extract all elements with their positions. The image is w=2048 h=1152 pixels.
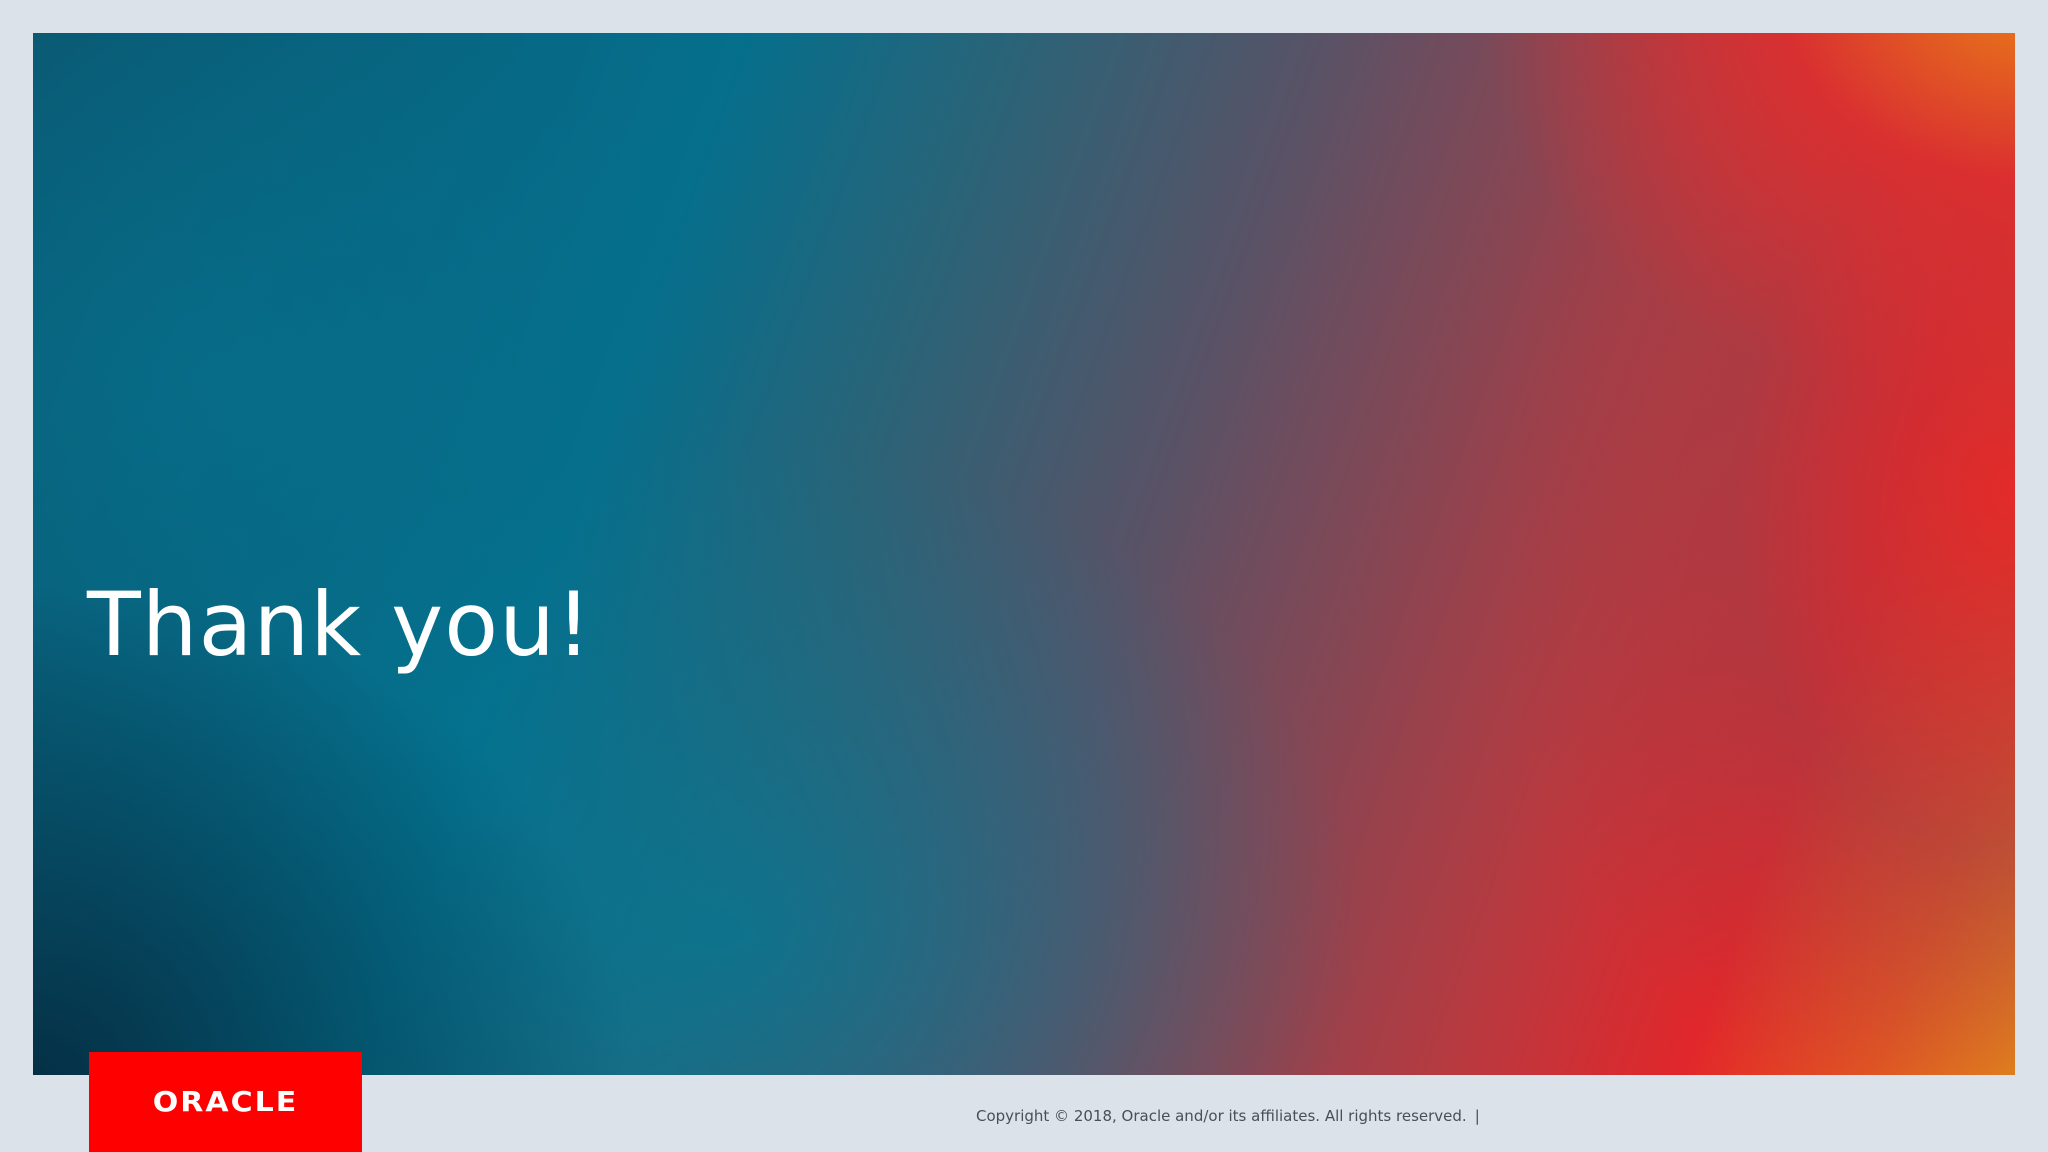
- copyright-text: Copyright © 2018, Oracle and/or its affi…: [976, 1107, 1467, 1125]
- footer-separator: |: [1474, 1107, 1480, 1125]
- slide-title: Thank you!: [87, 573, 593, 676]
- slide-background-panel: Thank you!: [33, 33, 2015, 1075]
- oracle-logo-text: ORACLE: [152, 1085, 299, 1119]
- background-shade: [33, 33, 2015, 1075]
- copyright-footer: Copyright © 2018, Oracle and/or its affi…: [976, 1107, 1480, 1125]
- slide-stage: Thank you! ORACLE Copyright © 2018, Orac…: [0, 0, 2048, 1152]
- oracle-logo: ORACLE: [89, 1052, 362, 1152]
